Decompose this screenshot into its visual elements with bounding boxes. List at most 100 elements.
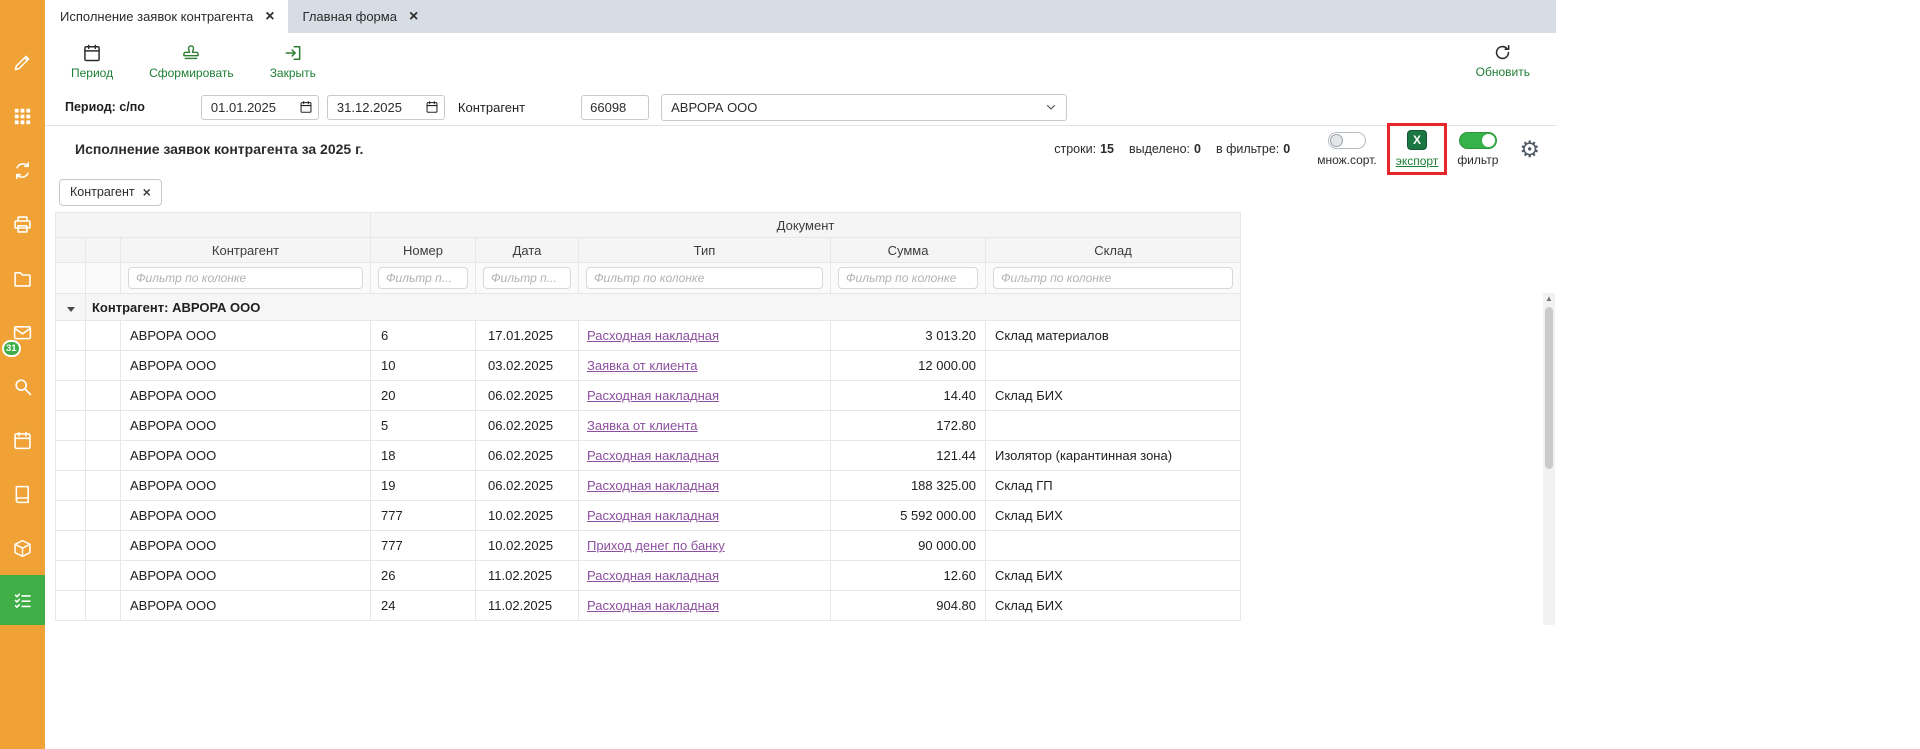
- cell-number: 18: [371, 441, 476, 471]
- table-row[interactable]: АВРОРА ООО2611.02.2025Расходная накладна…: [56, 561, 1241, 591]
- tab-report[interactable]: Исполнение заявок контрагента ×: [45, 0, 288, 33]
- filter-toggle[interactable]: [1459, 132, 1497, 149]
- cell-counterparty: АВРОРА ООО: [121, 321, 371, 351]
- column-filter-number[interactable]: [378, 267, 468, 289]
- row-expand-cell: [56, 351, 86, 381]
- group-row[interactable]: Контрагент: АВРОРА ООО: [56, 294, 1241, 321]
- header-blank-cell: [56, 213, 371, 238]
- table-row[interactable]: АВРОРА ООО617.01.2025Расходная накладная…: [56, 321, 1241, 351]
- modules-grid-icon: [12, 106, 33, 127]
- cell-date: 10.02.2025: [476, 501, 579, 531]
- sidebar-item-sync[interactable]: [0, 143, 45, 197]
- column-header-date[interactable]: Дата: [476, 238, 579, 263]
- scroll-up-icon[interactable]: ▲: [1545, 294, 1553, 304]
- cell-doc-type: Заявка от клиента: [579, 411, 831, 441]
- calendar-icon[interactable]: [425, 100, 439, 114]
- column-header-row: Контрагент Номер Дата Тип Сумма Склад: [56, 238, 1241, 263]
- table-row[interactable]: АВРОРА ООО77710.02.2025Приход денег по б…: [56, 531, 1241, 561]
- cell-number: 20: [371, 381, 476, 411]
- table-row[interactable]: АВРОРА ООО2411.02.2025Расходная накладна…: [56, 591, 1241, 621]
- filter-control[interactable]: фильтр: [1457, 132, 1498, 167]
- close-icon[interactable]: ×: [265, 9, 274, 25]
- counterparty-code-input[interactable]: [581, 95, 649, 120]
- row-expand-cell: [56, 321, 86, 351]
- doc-type-link[interactable]: Приход денег по банку: [587, 538, 725, 553]
- sidebar-item-folders[interactable]: [0, 251, 45, 305]
- filter-label: фильтр: [1457, 153, 1498, 167]
- cell-warehouse: Склад БИХ: [986, 561, 1241, 591]
- cell-warehouse: Склад БИХ: [986, 591, 1241, 621]
- calendar-icon[interactable]: [299, 100, 313, 114]
- table-row[interactable]: АВРОРА ООО1003.02.2025Заявка от клиента1…: [56, 351, 1241, 381]
- counterparty-select[interactable]: АВРОРА ООО: [661, 94, 1067, 121]
- sidebar-item-mail[interactable]: 31: [0, 305, 45, 359]
- scrollbar-thumb[interactable]: [1545, 307, 1553, 469]
- generate-button[interactable]: Сформировать: [149, 43, 234, 80]
- cell-number: 777: [371, 501, 476, 531]
- column-filter-amount[interactable]: [838, 267, 978, 289]
- column-filter-warehouse[interactable]: [993, 267, 1233, 289]
- table-row[interactable]: АВРОРА ООО2006.02.2025Расходная накладна…: [56, 381, 1241, 411]
- column-filter-type[interactable]: [586, 267, 823, 289]
- sidebar-item-tasks[interactable]: [0, 575, 45, 625]
- tab-label: Главная форма: [303, 9, 397, 24]
- cell-amount: 188 325.00: [831, 471, 986, 501]
- doc-type-link[interactable]: Расходная накладная: [587, 568, 719, 583]
- doc-type-link[interactable]: Расходная накладная: [587, 508, 719, 523]
- grouping-chips-row: Контрагент ×: [45, 172, 1556, 212]
- cell-amount: 172.80: [831, 411, 986, 441]
- chip-remove-icon[interactable]: ×: [143, 185, 151, 199]
- table-row[interactable]: АВРОРА ООО1806.02.2025Расходная накладна…: [56, 441, 1241, 471]
- close-form-button[interactable]: Закрыть: [270, 43, 316, 80]
- doc-type-link[interactable]: Заявка от клиента: [587, 418, 697, 433]
- sidebar-item-modules[interactable]: [0, 89, 45, 143]
- tab-main-form[interactable]: Главная форма ×: [288, 0, 432, 33]
- column-header-amount[interactable]: Сумма: [831, 238, 986, 263]
- doc-type-link[interactable]: Расходная накладная: [587, 448, 719, 463]
- doc-type-link[interactable]: Расходная накладная: [587, 598, 719, 613]
- calendar-icon: [82, 43, 102, 63]
- sidebar-item-catalog[interactable]: [0, 521, 45, 575]
- sidebar-item-print[interactable]: [0, 197, 45, 251]
- group-collapse-cell[interactable]: [56, 294, 86, 321]
- table-row[interactable]: АВРОРА ООО506.02.2025Заявка от клиента17…: [56, 411, 1241, 441]
- column-header-warehouse[interactable]: Склад: [986, 238, 1241, 263]
- row-expand-cell: [56, 411, 86, 441]
- doc-type-link[interactable]: Заявка от клиента: [587, 358, 697, 373]
- settings-gear-icon[interactable]: ⚙: [1519, 138, 1540, 161]
- multi-sort-toggle[interactable]: [1328, 132, 1366, 149]
- group-chip-counterparty[interactable]: Контрагент ×: [59, 179, 162, 206]
- row-expand-cell: [56, 471, 86, 501]
- filtered-count-label: в фильтре:: [1216, 142, 1279, 156]
- sidebar-item-search[interactable]: [0, 359, 45, 413]
- table-row[interactable]: АВРОРА ООО77710.02.2025Расходная накладн…: [56, 501, 1241, 531]
- doc-type-link[interactable]: Расходная накладная: [587, 478, 719, 493]
- vertical-scrollbar[interactable]: ▲: [1543, 293, 1555, 625]
- row-select-cell: [86, 531, 121, 561]
- refresh-button[interactable]: Обновить: [1476, 43, 1530, 79]
- cell-date: 17.01.2025: [476, 321, 579, 351]
- sidebar-item-calendar[interactable]: [0, 413, 45, 467]
- toggle-knob: [1482, 134, 1495, 147]
- data-grid: Документ Контрагент Номер Дата Тип Сумма…: [55, 212, 1241, 621]
- column-header-counterparty[interactable]: Контрагент: [121, 238, 371, 263]
- export-button[interactable]: X экспорт: [1396, 130, 1439, 168]
- cell-amount: 121.44: [831, 441, 986, 471]
- table-row[interactable]: АВРОРА ООО1906.02.2025Расходная накладна…: [56, 471, 1241, 501]
- cell-counterparty: АВРОРА ООО: [121, 591, 371, 621]
- doc-type-link[interactable]: Расходная накладная: [587, 328, 719, 343]
- close-icon[interactable]: ×: [409, 9, 418, 25]
- collapse-triangle-icon: [67, 307, 75, 312]
- column-header-type[interactable]: Тип: [579, 238, 831, 263]
- column-header-number[interactable]: Номер: [371, 238, 476, 263]
- selected-counterparty: АВРОРА ООО: [671, 100, 757, 115]
- column-filter-counterparty[interactable]: [128, 267, 363, 289]
- sidebar-item-book[interactable]: [0, 467, 45, 521]
- column-filter-date[interactable]: [483, 267, 571, 289]
- sidebar-item-edit[interactable]: [0, 35, 45, 89]
- doc-type-link[interactable]: Расходная накладная: [587, 388, 719, 403]
- cell-counterparty: АВРОРА ООО: [121, 441, 371, 471]
- multi-sort-control[interactable]: множ.сорт.: [1317, 132, 1377, 167]
- report-content: Исполнение заявок контрагента за 2025 г.…: [45, 126, 1556, 749]
- period-button[interactable]: Период: [71, 43, 113, 80]
